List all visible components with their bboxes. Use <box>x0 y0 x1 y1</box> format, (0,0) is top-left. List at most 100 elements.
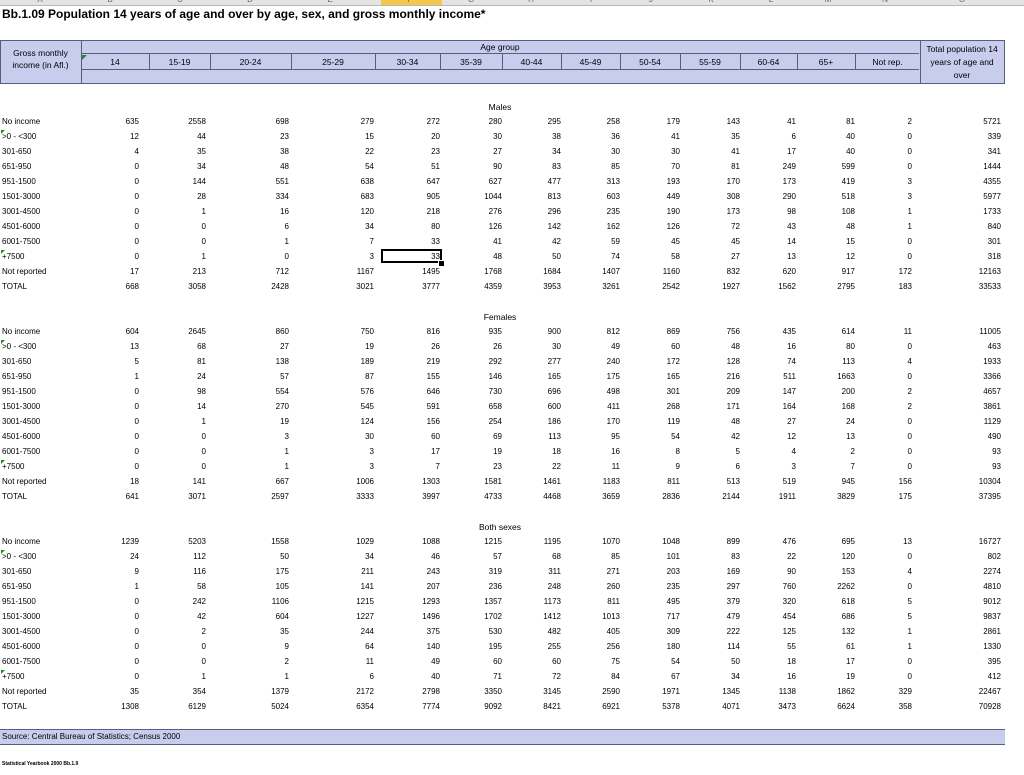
table-cell[interactable]: 101 <box>640 552 680 561</box>
table-cell[interactable]: 11 <box>872 327 912 336</box>
table-cell[interactable]: 170 <box>700 177 740 186</box>
table-cell[interactable]: 45 <box>640 237 680 246</box>
column-letter-i[interactable]: I <box>590 0 592 4</box>
table-cell[interactable]: 13 <box>815 432 855 441</box>
column-letter-n[interactable]: N <box>882 0 888 4</box>
table-cell[interactable]: 860 <box>249 327 289 336</box>
table-cell[interactable]: 0 <box>166 642 206 651</box>
table-cell[interactable]: 27 <box>462 147 502 156</box>
table-cell[interactable]: 12 <box>756 432 796 441</box>
table-cell[interactable]: 41 <box>756 117 796 126</box>
table-cell[interactable]: 50 <box>521 252 561 261</box>
column-letter-e[interactable]: E <box>327 0 332 4</box>
table-cell[interactable]: 18 <box>99 477 139 486</box>
table-cell[interactable]: 0 <box>99 237 139 246</box>
table-cell[interactable]: 35 <box>166 147 206 156</box>
table-cell[interactable]: 334 <box>249 192 289 201</box>
age-col-header[interactable]: 50-54 <box>620 57 680 67</box>
table-cell[interactable]: 51 <box>400 162 440 171</box>
table-cell[interactable]: 482 <box>521 627 561 636</box>
table-cell[interactable]: 3071 <box>166 492 206 501</box>
table-cell[interactable]: 22 <box>334 147 374 156</box>
table-cell[interactable]: 1173 <box>521 597 561 606</box>
table-cell[interactable]: 48 <box>700 342 740 351</box>
row-label[interactable]: 3001-4500 <box>2 417 40 426</box>
table-cell[interactable]: 1160 <box>640 267 680 276</box>
age-col-header[interactable]: 40-44 <box>502 57 561 67</box>
table-cell[interactable]: 1227 <box>334 612 374 621</box>
row-label[interactable]: TOTAL <box>2 702 27 711</box>
table-cell[interactable]: 35 <box>99 687 139 696</box>
table-cell[interactable]: 276 <box>462 207 502 216</box>
table-cell[interactable]: 463 <box>961 342 1001 351</box>
table-cell[interactable]: 0 <box>872 147 912 156</box>
table-cell[interactable]: 2428 <box>249 282 289 291</box>
row-label[interactable]: 951-1500 <box>2 177 36 186</box>
table-cell[interactable]: 108 <box>815 207 855 216</box>
table-cell[interactable]: 5721 <box>961 117 1001 126</box>
table-cell[interactable]: 27 <box>756 417 796 426</box>
table-cell[interactable]: 1303 <box>400 477 440 486</box>
table-cell[interactable]: 190 <box>640 207 680 216</box>
table-cell[interactable]: 155 <box>400 372 440 381</box>
table-cell[interactable]: 41 <box>462 237 502 246</box>
row-label[interactable]: 4501-6000 <box>2 222 40 231</box>
table-cell[interactable]: 105 <box>249 582 289 591</box>
table-cell[interactable]: 1215 <box>462 537 502 546</box>
table-cell[interactable]: 308 <box>700 192 740 201</box>
table-cell[interactable]: 476 <box>756 537 796 546</box>
row-label[interactable]: 301-650 <box>2 567 31 576</box>
table-cell[interactable]: 0 <box>872 552 912 561</box>
table-cell[interactable]: 23 <box>249 132 289 141</box>
table-cell[interactable]: 0 <box>872 462 912 471</box>
table-cell[interactable]: 0 <box>99 192 139 201</box>
table-cell[interactable]: 141 <box>334 582 374 591</box>
table-cell[interactable]: 7 <box>334 237 374 246</box>
row-label[interactable]: 3001-4500 <box>2 627 40 636</box>
table-cell[interactable]: 3261 <box>580 282 620 291</box>
table-cell[interactable]: 30 <box>640 147 680 156</box>
table-cell[interactable]: 297 <box>700 582 740 591</box>
table-cell[interactable]: 329 <box>872 687 912 696</box>
table-cell[interactable]: 2 <box>249 657 289 666</box>
fill-handle[interactable] <box>438 260 445 267</box>
table-cell[interactable]: 530 <box>462 627 502 636</box>
table-cell[interactable]: 67 <box>640 672 680 681</box>
table-cell[interactable]: 12163 <box>961 267 1001 276</box>
table-cell[interactable]: 1933 <box>961 357 1001 366</box>
table-cell[interactable]: 172 <box>640 357 680 366</box>
table-cell[interactable]: 2597 <box>249 492 289 501</box>
table-cell[interactable]: 5203 <box>166 537 206 546</box>
table-cell[interactable]: 244 <box>334 627 374 636</box>
table-cell[interactable]: 209 <box>700 387 740 396</box>
table-cell[interactable]: 2836 <box>640 492 680 501</box>
table-cell[interactable]: 95 <box>580 432 620 441</box>
table-cell[interactable]: 169 <box>700 567 740 576</box>
table-cell[interactable]: 341 <box>961 147 1001 156</box>
table-cell[interactable]: 211 <box>334 567 374 576</box>
table-cell[interactable]: 1558 <box>249 537 289 546</box>
table-cell[interactable]: 193 <box>640 177 680 186</box>
table-cell[interactable]: 16 <box>249 207 289 216</box>
table-cell[interactable]: 18 <box>756 657 796 666</box>
column-letter-j[interactable]: J <box>649 0 653 4</box>
table-cell[interactable]: 6 <box>334 672 374 681</box>
table-cell[interactable]: 9837 <box>961 612 1001 621</box>
table-cell[interactable]: 54 <box>640 432 680 441</box>
row-label[interactable]: Not reported <box>2 267 46 276</box>
table-cell[interactable]: 1562 <box>756 282 796 291</box>
table-cell[interactable]: 279 <box>334 117 374 126</box>
table-cell[interactable]: 0 <box>99 462 139 471</box>
row-label[interactable]: 6001-7500 <box>2 447 40 456</box>
row-label[interactable]: 4501-6000 <box>2 642 40 651</box>
table-cell[interactable]: 54 <box>640 657 680 666</box>
table-cell[interactable]: 8421 <box>521 702 561 711</box>
table-cell[interactable]: 2 <box>815 447 855 456</box>
table-cell[interactable]: 126 <box>640 222 680 231</box>
table-cell[interactable]: 179 <box>640 117 680 126</box>
table-cell[interactable]: 271 <box>580 567 620 576</box>
table-cell[interactable]: 58 <box>166 582 206 591</box>
table-cell[interactable]: 33 <box>400 237 440 246</box>
table-cell[interactable]: 60 <box>400 432 440 441</box>
table-cell[interactable]: 116 <box>166 567 206 576</box>
